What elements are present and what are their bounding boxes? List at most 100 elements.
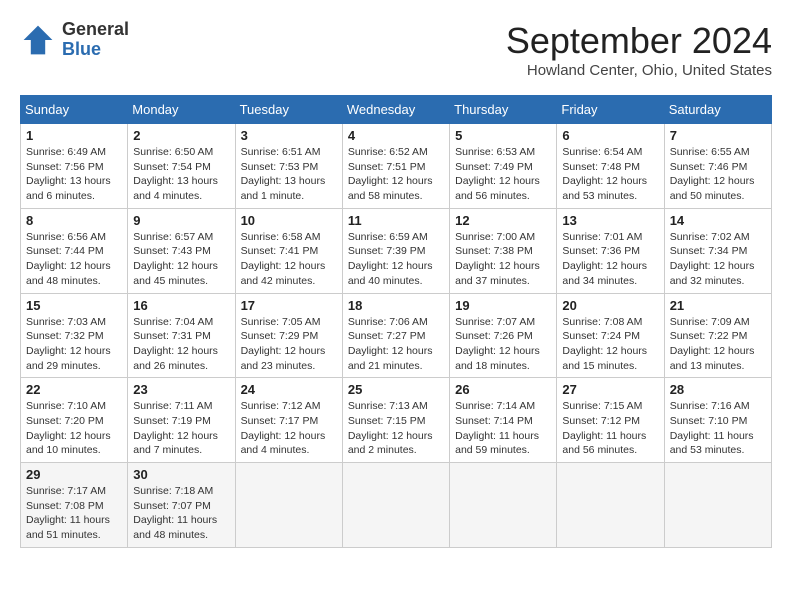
calendar-cell	[557, 463, 664, 548]
calendar-cell: 2 Sunrise: 6:50 AMSunset: 7:54 PMDaylight…	[128, 124, 235, 209]
calendar-cell: 6 Sunrise: 6:54 AMSunset: 7:48 PMDaylight…	[557, 124, 664, 209]
calendar-cell	[342, 463, 449, 548]
day-number: 4	[348, 128, 444, 143]
day-number: 3	[241, 128, 337, 143]
title-block: September 2024 Howland Center, Ohio, Uni…	[506, 20, 772, 79]
day-number: 23	[133, 382, 229, 397]
day-number: 6	[562, 128, 658, 143]
calendar-cell: 30 Sunrise: 7:18 AMSunset: 7:07 PMDayligh…	[128, 463, 235, 548]
calendar-cell: 11 Sunrise: 6:59 AMSunset: 7:39 PMDayligh…	[342, 208, 449, 293]
day-number: 2	[133, 128, 229, 143]
calendar-cell: 19Sunrise: 7:07 AMSunset: 7:26 PMDayligh…	[450, 293, 557, 378]
calendar-cell: 24Sunrise: 7:12 AMSunset: 7:17 PMDayligh…	[235, 378, 342, 463]
calendar-week-row: 29 Sunrise: 7:17 AMSunset: 7:08 PMDayligh…	[21, 463, 772, 548]
day-info: Sunrise: 7:00 AMSunset: 7:38 PMDaylight:…	[455, 230, 551, 289]
calendar-cell: 7 Sunrise: 6:55 AMSunset: 7:46 PMDaylight…	[664, 124, 771, 209]
day-info: Sunrise: 7:08 AMSunset: 7:24 PMDaylight:…	[562, 315, 658, 374]
calendar-cell: 21 Sunrise: 7:09 AMSunset: 7:22 PMDayligh…	[664, 293, 771, 378]
day-info: Sunrise: 6:55 AMSunset: 7:46 PMDaylight:…	[670, 145, 766, 204]
day-number: 14	[670, 213, 766, 228]
day-number: 27	[562, 382, 658, 397]
calendar-week-row: 22 Sunrise: 7:10 AMSunset: 7:20 PMDayligh…	[21, 378, 772, 463]
calendar-cell	[235, 463, 342, 548]
logo: General Blue	[20, 20, 129, 60]
day-info: Sunrise: 7:14 AMSunset: 7:14 PMDaylight:…	[455, 399, 551, 458]
day-number: 1	[26, 128, 122, 143]
calendar-week-row: 15Sunrise: 7:03 AMSunset: 7:32 PMDayligh…	[21, 293, 772, 378]
day-number: 30	[133, 467, 229, 482]
day-number: 28	[670, 382, 766, 397]
calendar-cell: 29 Sunrise: 7:17 AMSunset: 7:08 PMDayligh…	[21, 463, 128, 548]
day-info: Sunrise: 7:18 AMSunset: 7:07 PMDaylight:…	[133, 484, 229, 543]
calendar-cell: 14 Sunrise: 7:02 AMSunset: 7:34 PMDayligh…	[664, 208, 771, 293]
day-number: 26	[455, 382, 551, 397]
day-number: 5	[455, 128, 551, 143]
day-of-week-header: Sunday	[21, 96, 128, 124]
month-title: September 2024	[506, 20, 772, 62]
calendar-cell: 22 Sunrise: 7:10 AMSunset: 7:20 PMDayligh…	[21, 378, 128, 463]
day-info: Sunrise: 7:13 AMSunset: 7:15 PMDaylight:…	[348, 399, 444, 458]
day-info: Sunrise: 6:58 AMSunset: 7:41 PMDaylight:…	[241, 230, 337, 289]
day-info: Sunrise: 7:10 AMSunset: 7:20 PMDaylight:…	[26, 399, 122, 458]
day-number: 24	[241, 382, 337, 397]
calendar-week-row: 8Sunrise: 6:56 AMSunset: 7:44 PMDaylight…	[21, 208, 772, 293]
calendar-cell: 20 Sunrise: 7:08 AMSunset: 7:24 PMDayligh…	[557, 293, 664, 378]
calendar-cell: 25 Sunrise: 7:13 AMSunset: 7:15 PMDayligh…	[342, 378, 449, 463]
calendar-cell: 17Sunrise: 7:05 AMSunset: 7:29 PMDayligh…	[235, 293, 342, 378]
calendar-header-row: SundayMondayTuesdayWednesdayThursdayFrid…	[21, 96, 772, 124]
day-of-week-header: Monday	[128, 96, 235, 124]
day-info: Sunrise: 6:57 AMSunset: 7:43 PMDaylight:…	[133, 230, 229, 289]
day-number: 11	[348, 213, 444, 228]
day-info: Sunrise: 7:09 AMSunset: 7:22 PMDaylight:…	[670, 315, 766, 374]
day-number: 12	[455, 213, 551, 228]
day-number: 22	[26, 382, 122, 397]
day-info: Sunrise: 7:06 AMSunset: 7:27 PMDaylight:…	[348, 315, 444, 374]
page-header: General Blue September 2024 Howland Cent…	[20, 20, 772, 79]
location: Howland Center, Ohio, United States	[506, 62, 772, 79]
day-info: Sunrise: 6:54 AMSunset: 7:48 PMDaylight:…	[562, 145, 658, 204]
calendar-cell: 15Sunrise: 7:03 AMSunset: 7:32 PMDayligh…	[21, 293, 128, 378]
day-info: Sunrise: 7:15 AMSunset: 7:12 PMDaylight:…	[562, 399, 658, 458]
day-of-week-header: Saturday	[664, 96, 771, 124]
calendar-cell: 26 Sunrise: 7:14 AMSunset: 7:14 PMDayligh…	[450, 378, 557, 463]
day-info: Sunrise: 7:05 AMSunset: 7:29 PMDaylight:…	[241, 315, 337, 374]
calendar-cell: 16Sunrise: 7:04 AMSunset: 7:31 PMDayligh…	[128, 293, 235, 378]
day-info: Sunrise: 7:11 AMSunset: 7:19 PMDaylight:…	[133, 399, 229, 458]
calendar-cell: 27 Sunrise: 7:15 AMSunset: 7:12 PMDayligh…	[557, 378, 664, 463]
logo-blue: Blue	[62, 40, 129, 60]
day-info: Sunrise: 7:02 AMSunset: 7:34 PMDaylight:…	[670, 230, 766, 289]
logo-text: General Blue	[62, 20, 129, 60]
calendar-cell: 12 Sunrise: 7:00 AMSunset: 7:38 PMDayligh…	[450, 208, 557, 293]
day-info: Sunrise: 7:17 AMSunset: 7:08 PMDaylight:…	[26, 484, 122, 543]
day-number: 20	[562, 298, 658, 313]
calendar-cell: 5 Sunrise: 6:53 AMSunset: 7:49 PMDaylight…	[450, 124, 557, 209]
day-number: 8	[26, 213, 122, 228]
day-number: 25	[348, 382, 444, 397]
day-of-week-header: Wednesday	[342, 96, 449, 124]
day-of-week-header: Thursday	[450, 96, 557, 124]
day-info: Sunrise: 7:04 AMSunset: 7:31 PMDaylight:…	[133, 315, 229, 374]
day-number: 9	[133, 213, 229, 228]
day-number: 10	[241, 213, 337, 228]
day-number: 21	[670, 298, 766, 313]
day-number: 13	[562, 213, 658, 228]
day-info: Sunrise: 7:01 AMSunset: 7:36 PMDaylight:…	[562, 230, 658, 289]
calendar-cell: 10 Sunrise: 6:58 AMSunset: 7:41 PMDayligh…	[235, 208, 342, 293]
day-of-week-header: Tuesday	[235, 96, 342, 124]
day-number: 18	[348, 298, 444, 313]
calendar-week-row: 1Sunrise: 6:49 AMSunset: 7:56 PMDaylight…	[21, 124, 772, 209]
logo-general: General	[62, 20, 129, 40]
calendar-cell: 1Sunrise: 6:49 AMSunset: 7:56 PMDaylight…	[21, 124, 128, 209]
day-number: 29	[26, 467, 122, 482]
calendar-cell: 4Sunrise: 6:52 AMSunset: 7:51 PMDaylight…	[342, 124, 449, 209]
day-info: Sunrise: 7:03 AMSunset: 7:32 PMDaylight:…	[26, 315, 122, 374]
day-of-week-header: Friday	[557, 96, 664, 124]
day-info: Sunrise: 6:50 AMSunset: 7:54 PMDaylight:…	[133, 145, 229, 204]
day-info: Sunrise: 6:53 AMSunset: 7:49 PMDaylight:…	[455, 145, 551, 204]
calendar-body: 1Sunrise: 6:49 AMSunset: 7:56 PMDaylight…	[21, 124, 772, 548]
day-info: Sunrise: 6:51 AMSunset: 7:53 PMDaylight:…	[241, 145, 337, 204]
day-info: Sunrise: 6:59 AMSunset: 7:39 PMDaylight:…	[348, 230, 444, 289]
day-number: 7	[670, 128, 766, 143]
calendar-cell: 3 Sunrise: 6:51 AMSunset: 7:53 PMDaylight…	[235, 124, 342, 209]
calendar-table: SundayMondayTuesdayWednesdayThursdayFrid…	[20, 95, 772, 548]
